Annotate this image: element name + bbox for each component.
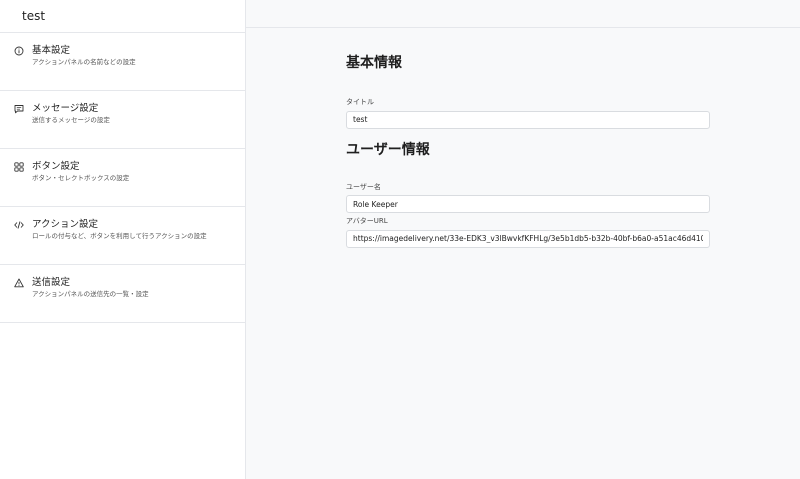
top-bar bbox=[246, 0, 800, 28]
warning-icon bbox=[14, 278, 24, 288]
username-label: ユーザー名 bbox=[346, 182, 381, 191]
sidebar-item-description: ボタン・セレクトボックスの設定 bbox=[32, 174, 130, 182]
user-info-heading: ユーザー情報 bbox=[346, 141, 430, 158]
main-panel: 基本情報 タイトル ユーザー情報 ユーザー名 アバターURL bbox=[246, 0, 800, 479]
sidebar-item-label: 基本設定 bbox=[32, 45, 71, 56]
sidebar: test 基本設定 アクションパネルの名前などの設定 メッセージ設定 送信するメ… bbox=[0, 0, 246, 479]
sidebar-item-label: 送信設定 bbox=[32, 277, 71, 288]
sidebar-item-label: メッセージ設定 bbox=[32, 103, 99, 114]
settings-form: 基本情報 タイトル ユーザー情報 ユーザー名 アバターURL bbox=[346, 50, 710, 248]
info-icon bbox=[14, 46, 24, 56]
app-window: test 基本設定 アクションパネルの名前などの設定 メッセージ設定 送信するメ… bbox=[0, 0, 800, 479]
avatar-url-input[interactable] bbox=[346, 229, 710, 248]
title-label: タイトル bbox=[346, 98, 374, 106]
avatar-url-label: アバターURL bbox=[346, 217, 388, 225]
sidebar-item-description: アクションパネルの名前などの設定 bbox=[32, 58, 136, 66]
sidebar-item-description: アクションパネルの送信先の一覧・設定 bbox=[32, 290, 149, 298]
username-input[interactable] bbox=[346, 195, 710, 213]
sidebar-item-label: ボタン設定 bbox=[32, 161, 80, 172]
title-input[interactable] bbox=[346, 110, 710, 129]
basic-info-heading: 基本情報 bbox=[346, 55, 402, 71]
app-title: test bbox=[22, 9, 46, 23]
sidebar-item-message-settings[interactable]: メッセージ設定 送信するメッセージの設定 bbox=[0, 91, 245, 149]
sidebar-item-send-settings[interactable]: 送信設定 アクションパネルの送信先の一覧・設定 bbox=[0, 265, 245, 323]
sidebar-item-action-settings[interactable]: アクション設定 ロールの付与など、ボタンを利用して行うアクションの設定 bbox=[0, 207, 245, 265]
sidebar-item-description: 送信するメッセージの設定 bbox=[32, 116, 110, 124]
grid-icon bbox=[14, 162, 24, 172]
message-icon bbox=[14, 104, 24, 114]
sidebar-header: test bbox=[0, 0, 245, 33]
sidebar-item-basic-settings[interactable]: 基本設定 アクションパネルの名前などの設定 bbox=[0, 33, 245, 91]
sidebar-item-button-settings[interactable]: ボタン設定 ボタン・セレクトボックスの設定 bbox=[0, 149, 245, 207]
sidebar-item-description: ロールの付与など、ボタンを利用して行うアクションの設定 bbox=[32, 232, 207, 240]
code-icon bbox=[14, 220, 24, 230]
sidebar-item-label: アクション設定 bbox=[32, 219, 99, 230]
